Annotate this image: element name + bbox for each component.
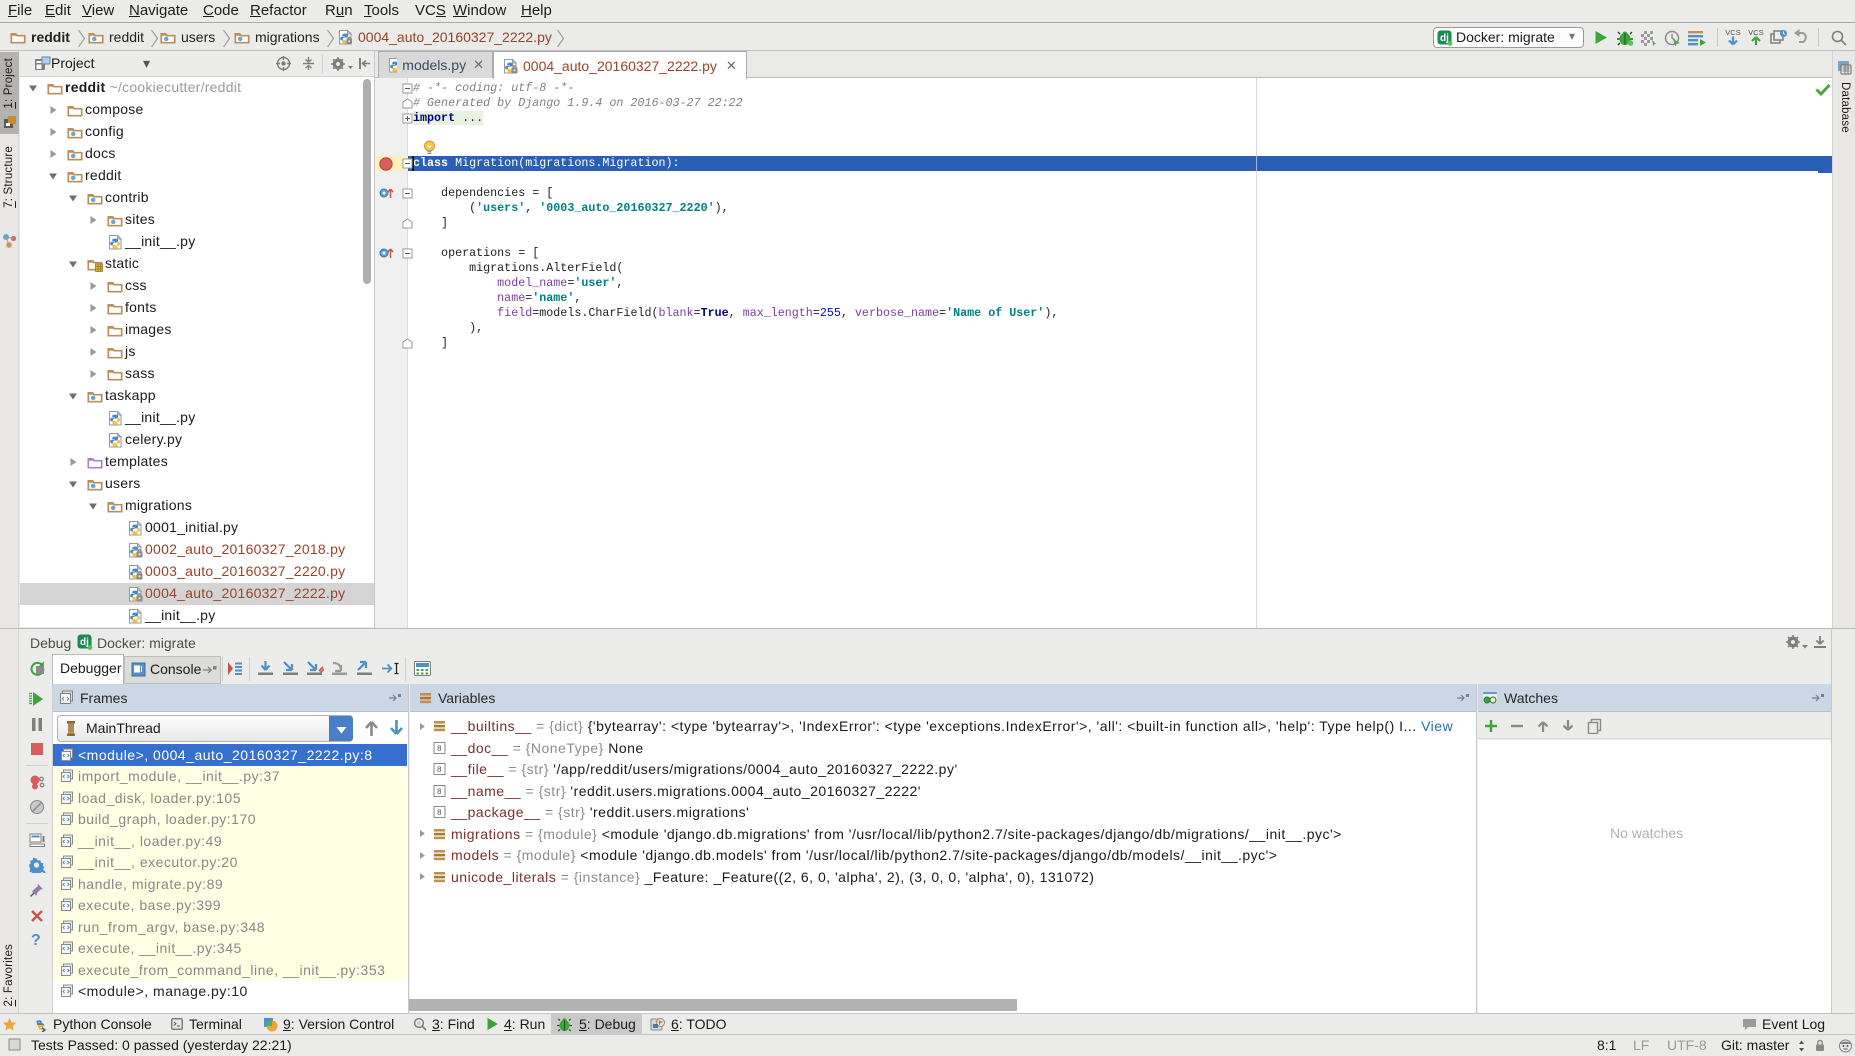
svg-text:dj: dj	[1440, 33, 1449, 44]
svg-text:8: 8	[437, 766, 442, 775]
svg-text:dj: dj	[80, 637, 89, 648]
svg-text:8: 8	[437, 788, 442, 797]
svg-text:VCS: VCS	[1725, 28, 1740, 37]
svg-text:8: 8	[437, 745, 442, 754]
svg-text:8: 8	[437, 809, 442, 818]
svg-text:VCS: VCS	[1748, 28, 1763, 37]
